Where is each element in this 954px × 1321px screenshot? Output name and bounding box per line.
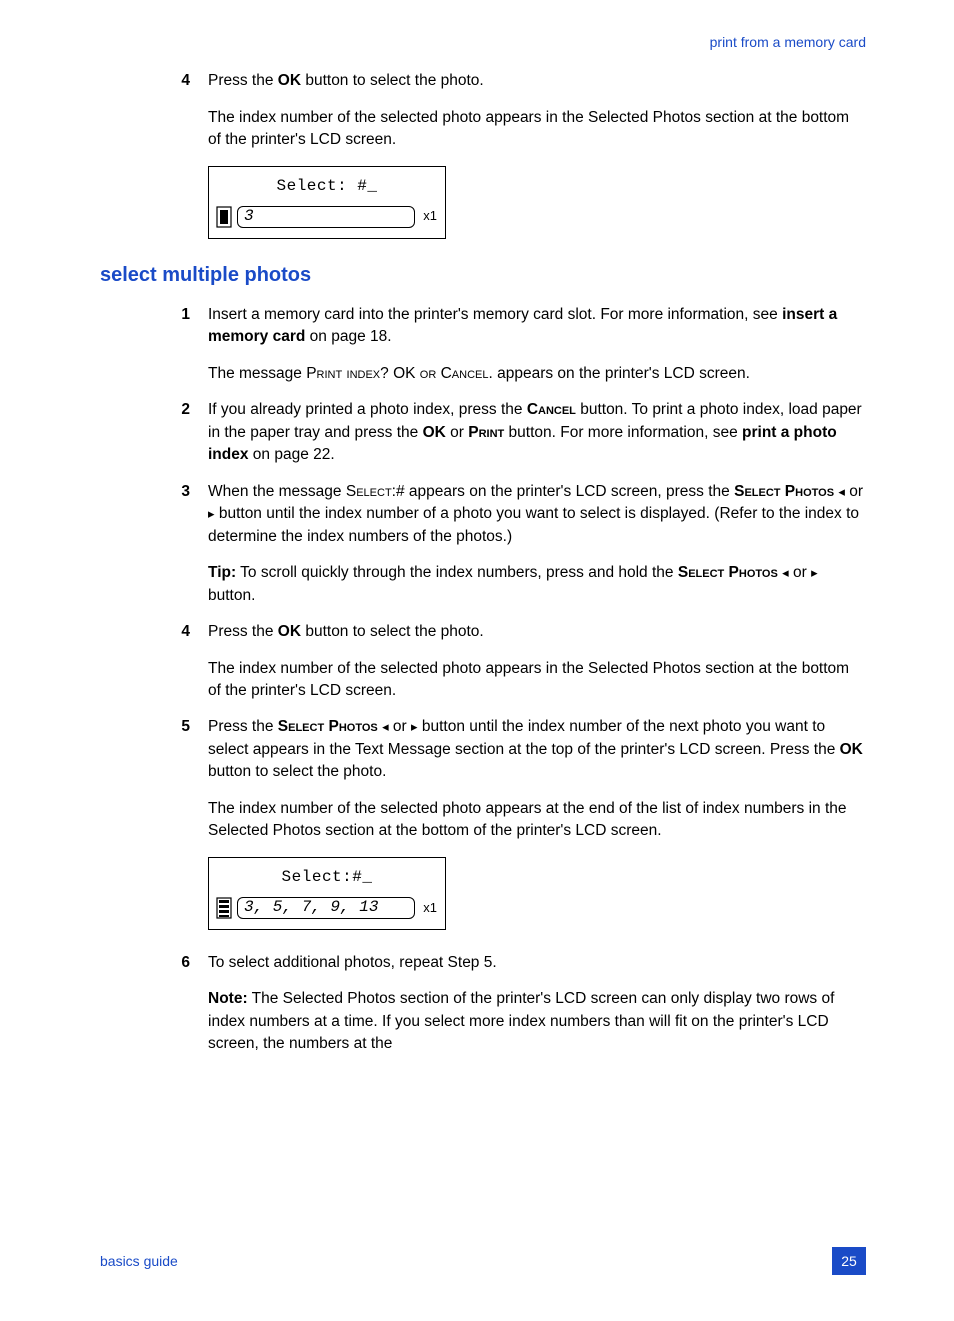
content-body: 4 Press the OK button to select the phot…	[168, 70, 866, 239]
lcd-top-text: Select: #_	[215, 175, 439, 198]
page-footer: basics guide 25	[100, 1247, 866, 1275]
step-number: 4	[168, 621, 208, 702]
lcd-figure-1: Select: #_ 3 x1	[208, 166, 866, 239]
lcd-selection-text: 3, 5, 7, 9, 13	[244, 896, 378, 919]
page-number: 25	[832, 1247, 866, 1275]
paragraph: The index number of the selected photo a…	[208, 798, 866, 843]
step-number: 2	[168, 399, 208, 466]
step-body: Press the Select Photos ◂ or ▸ button un…	[208, 716, 866, 842]
step-number: 5	[168, 716, 208, 842]
step-item: 5 Press the Select Photos ◂ or ▸ button …	[168, 716, 866, 842]
step-body: Press the OK button to select the photo.…	[208, 70, 866, 151]
lcd-bottom-row: 3 x1	[215, 206, 439, 228]
memory-card-icon	[215, 206, 233, 228]
step-item: 1 Insert a memory card into the printer'…	[168, 304, 866, 385]
step-item: 6 To select additional photos, repeat St…	[168, 952, 866, 1056]
footer-guide-name: basics guide	[100, 1251, 178, 1271]
lcd-selection-box: 3, 5, 7, 9, 13	[237, 897, 415, 919]
paragraph: Press the OK button to select the photo.	[208, 70, 866, 92]
lcd-copies: x1	[419, 899, 439, 918]
step-number: 4	[168, 70, 208, 151]
lcd-screen: Select:#_ 3, 5, 7, 9, 13 x1	[208, 857, 446, 930]
lcd-selection-text: 3	[244, 205, 254, 228]
lcd-screen: Select: #_ 3 x1	[208, 166, 446, 239]
paragraph: The index number of the selected photo a…	[208, 658, 866, 703]
paragraph: When the message Select:# appears on the…	[208, 481, 866, 548]
step-number: 3	[168, 481, 208, 607]
step-item: 4 Press the OK button to select the phot…	[168, 70, 866, 151]
lcd-figure-2: Select:#_ 3, 5, 7, 9, 13 x1	[208, 857, 866, 930]
paragraph: The index number of the selected photo a…	[208, 107, 866, 152]
step-body: When the message Select:# appears on the…	[208, 481, 866, 607]
paragraph: To select additional photos, repeat Step…	[208, 952, 866, 974]
step-item: 2 If you already printed a photo index, …	[168, 399, 866, 466]
paragraph: Tip: To scroll quickly through the index…	[208, 562, 866, 607]
step-item: 3 When the message Select:# appears on t…	[168, 481, 866, 607]
step-body: If you already printed a photo index, pr…	[208, 399, 866, 466]
paragraph: The message Print index? OK or Cancel. a…	[208, 363, 866, 385]
section-heading: select multiple photos	[100, 261, 866, 290]
lcd-copies: x1	[419, 207, 439, 226]
step-body: Press the OK button to select the photo.…	[208, 621, 866, 702]
lcd-top-text: Select:#_	[215, 866, 439, 889]
paragraph: Note: The Selected Photos section of the…	[208, 988, 866, 1055]
paragraph: Press the Select Photos ◂ or ▸ button un…	[208, 716, 866, 783]
step-item: 4 Press the OK button to select the phot…	[168, 621, 866, 702]
step-number: 1	[168, 304, 208, 385]
lcd-bottom-row: 3, 5, 7, 9, 13 x1	[215, 897, 439, 919]
step-body: Insert a memory card into the printer's …	[208, 304, 866, 385]
content-body-2: 1 Insert a memory card into the printer'…	[168, 304, 866, 1056]
page: print from a memory card 4 Press the OK …	[0, 0, 954, 1321]
memory-card-icon	[215, 897, 233, 919]
lcd-selection-box: 3	[237, 206, 415, 228]
paragraph: Press the OK button to select the photo.	[208, 621, 866, 643]
paragraph: If you already printed a photo index, pr…	[208, 399, 866, 466]
paragraph: Insert a memory card into the printer's …	[208, 304, 866, 349]
step-number: 6	[168, 952, 208, 1056]
step-body: To select additional photos, repeat Step…	[208, 952, 866, 1056]
header-section-title: print from a memory card	[100, 32, 866, 52]
